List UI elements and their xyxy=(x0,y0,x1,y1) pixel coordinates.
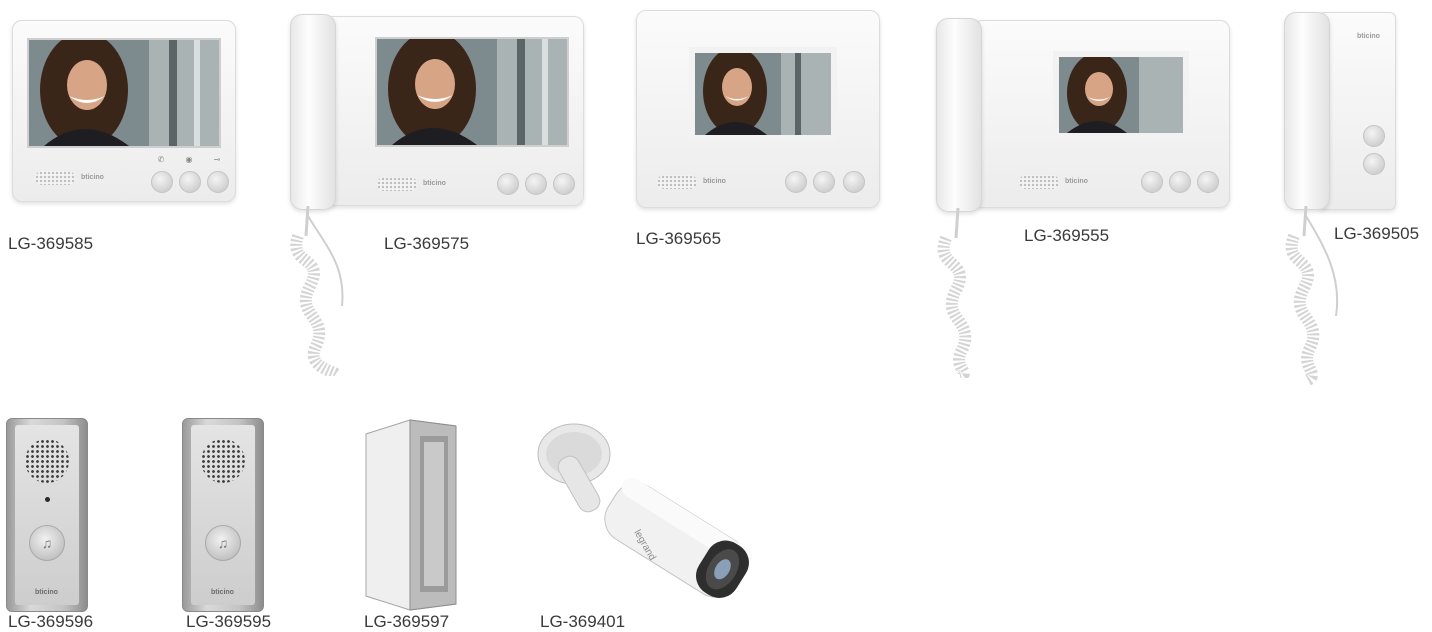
product-code: LG-369505 xyxy=(1334,224,1420,243)
monitor-screen xyxy=(27,38,221,148)
coiled-cord xyxy=(290,206,344,376)
brand-label: bticino xyxy=(1357,33,1380,40)
brand-label: bticino xyxy=(703,178,726,185)
product-code: LG-369401 xyxy=(540,612,626,631)
call-button[interactable] xyxy=(151,171,173,193)
call-button[interactable] xyxy=(1141,171,1163,193)
handset-icon: ✆ xyxy=(157,155,165,164)
monitor-screen xyxy=(1053,51,1189,139)
camera-button[interactable] xyxy=(813,171,835,193)
panel-face: ♫ bticino xyxy=(15,425,79,605)
door-button[interactable] xyxy=(843,171,865,193)
bullet-camera: legrand xyxy=(537,423,753,598)
video-monitor: bticino xyxy=(636,10,880,208)
speaker-grille xyxy=(35,171,75,185)
call-button[interactable] xyxy=(785,171,807,193)
bell-icon: ♫ xyxy=(41,535,53,551)
handset[interactable] xyxy=(1284,12,1330,210)
panel-face: ♫ bticino xyxy=(191,425,255,605)
product-code: LG-369565 xyxy=(636,229,722,248)
key-icon: ⊸ xyxy=(213,155,221,164)
speaker-grille xyxy=(25,439,69,483)
handset[interactable] xyxy=(936,18,982,212)
bell-icon: ♫ xyxy=(217,535,229,551)
call-button[interactable] xyxy=(497,173,519,195)
coiled-cord xyxy=(937,208,972,378)
product-code: LG-369596 xyxy=(8,612,94,631)
camera-button[interactable] xyxy=(179,171,201,193)
brand-label: bticino xyxy=(35,589,58,596)
bell-button[interactable]: ♫ xyxy=(29,525,65,561)
speaker-grille xyxy=(1019,175,1059,189)
camera-button[interactable] xyxy=(525,173,547,195)
product-code: LG-369555 xyxy=(1024,226,1110,245)
face-image xyxy=(695,53,831,135)
video-monitor: bticino xyxy=(972,20,1230,208)
monitor-screen xyxy=(689,47,837,141)
door-button[interactable] xyxy=(1363,125,1385,147)
outdoor-panel: ♫ bticino xyxy=(182,418,264,612)
speaker-grille xyxy=(657,175,697,189)
door-button[interactable] xyxy=(553,173,575,195)
bell-button[interactable]: ♫ xyxy=(205,525,241,561)
product-code: LG-369595 xyxy=(186,612,272,631)
product-code: LG-369575 xyxy=(384,234,470,253)
eye-icon: ◉ xyxy=(185,155,193,164)
monitor-screen xyxy=(375,37,569,147)
brand-label: bticino xyxy=(81,174,104,181)
call-button[interactable] xyxy=(1363,153,1385,175)
video-monitor: bticino ✆ ◉ ⊸ xyxy=(12,20,236,202)
speaker-grille xyxy=(377,177,417,191)
face-image xyxy=(29,40,219,146)
brand-label: bticino xyxy=(1065,178,1088,185)
outdoor-panel: ♫ bticino xyxy=(6,418,88,612)
brand-label: bticino xyxy=(211,589,234,596)
door-button[interactable] xyxy=(1197,171,1219,193)
camera-lens xyxy=(45,497,50,502)
angled-bracket xyxy=(365,419,457,611)
product-code: LG-369597 xyxy=(364,612,450,631)
door-button[interactable] xyxy=(207,171,229,193)
face-image xyxy=(1059,57,1183,133)
video-monitor: bticino xyxy=(324,16,584,206)
face-image xyxy=(377,39,567,145)
brand-label: bticino xyxy=(423,180,446,187)
product-code: LG-369585 xyxy=(8,234,94,253)
handset[interactable] xyxy=(290,14,336,210)
speaker-grille xyxy=(201,439,245,483)
camera-button[interactable] xyxy=(1169,171,1191,193)
